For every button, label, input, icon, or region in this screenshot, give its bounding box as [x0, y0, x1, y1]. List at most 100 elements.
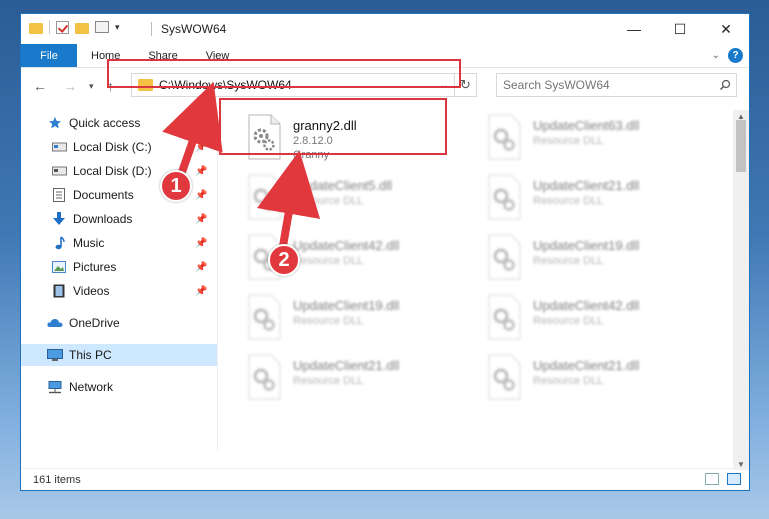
- chevron-down-icon[interactable]: ▾: [115, 22, 120, 33]
- window-controls: — ☐ ✕: [611, 14, 749, 44]
- pin-icon[interactable]: 📌: [195, 238, 209, 249]
- file-name: UpdateClient19.dll: [293, 298, 400, 313]
- item-count: 161 items: [33, 473, 81, 486]
- window-title: SysWOW64: [161, 22, 227, 36]
- title-bar: ▾ SysWOW64 — ☐ ✕: [21, 14, 749, 44]
- close-button[interactable]: ✕: [703, 14, 749, 44]
- pin-icon[interactable]: 📌: [195, 166, 209, 177]
- file-item[interactable]: UpdateClient21.dll Resource DLL: [485, 354, 715, 408]
- file-description: Resource DLL: [533, 195, 604, 207]
- cloud-icon: [47, 316, 63, 330]
- file-description: Resource DLL: [293, 375, 364, 387]
- file-item[interactable]: UpdateClient19.dll Resource DLL: [485, 234, 715, 288]
- search-box[interactable]: [496, 73, 737, 97]
- sidebar-item-label: OneDrive: [69, 316, 120, 330]
- minimize-button[interactable]: —: [611, 14, 657, 44]
- star-icon: [47, 116, 63, 130]
- dll-file-icon: [485, 354, 523, 400]
- network-icon: [47, 380, 63, 394]
- tiles-view-icon[interactable]: [727, 473, 741, 485]
- pc-icon: [47, 348, 63, 362]
- new-folder-icon[interactable]: [75, 22, 89, 34]
- sidebar-item-network[interactable]: Network: [21, 376, 217, 398]
- tab-file[interactable]: File: [21, 44, 77, 67]
- chevron-down-icon[interactable]: ⌄: [712, 50, 720, 61]
- videos-icon: [51, 284, 67, 298]
- folder-icon[interactable]: [29, 22, 43, 34]
- search-input[interactable]: [503, 78, 714, 92]
- maximize-button[interactable]: ☐: [657, 14, 703, 44]
- status-bar: 161 items: [21, 468, 749, 490]
- file-name: UpdateClient21.dll: [293, 358, 400, 373]
- pin-icon[interactable]: 📌: [195, 262, 209, 273]
- sidebar-item-quick-access[interactable]: Quick access: [21, 112, 217, 134]
- dll-file-icon: [485, 174, 523, 220]
- file-item[interactable]: UpdateClient19.dll Resource DLL: [245, 294, 475, 348]
- pin-icon[interactable]: 📌: [195, 214, 209, 225]
- sidebar-item-videos[interactable]: Videos 📌: [21, 280, 217, 302]
- file-name: UpdateClient21.dll: [533, 178, 640, 193]
- sidebar-item-downloads[interactable]: Downloads 📌: [21, 208, 217, 230]
- recent-locations-icon[interactable]: ▾: [89, 81, 94, 92]
- ribbon-right-controls: ⌄ ?: [712, 48, 743, 63]
- file-item[interactable]: UpdateClient42.dll Resource DLL: [485, 294, 715, 348]
- sidebar-item-label: Downloads: [73, 212, 133, 226]
- sidebar-item-label: Pictures: [73, 260, 117, 274]
- sidebar-item-onedrive[interactable]: OneDrive: [21, 312, 217, 334]
- quick-access-toolbar: ▾: [29, 20, 120, 34]
- file-description: Resource DLL: [533, 135, 604, 147]
- details-view-icon[interactable]: [705, 473, 719, 485]
- scrollbar-thumb[interactable]: [736, 120, 746, 172]
- back-arrow-icon[interactable]: ←: [33, 78, 47, 94]
- file-description: Resource DLL: [533, 255, 604, 267]
- file-list: granny2.dll 2.8.12.0 Granny UpdateClient…: [231, 108, 741, 458]
- sidebar-item-this-pc[interactable]: This PC: [21, 344, 217, 366]
- file-description: Resource DLL: [293, 255, 364, 267]
- search-icon[interactable]: [714, 79, 736, 91]
- dll-file-icon: [245, 174, 283, 220]
- file-name: UpdateClient42.dll: [533, 298, 640, 313]
- step-badge-2: 2: [268, 244, 300, 276]
- address-highlight-box: [107, 59, 461, 88]
- forward-arrow-icon[interactable]: →: [63, 78, 77, 94]
- file-name: UpdateClient42.dll: [293, 238, 400, 253]
- file-description: Resource DLL: [533, 315, 604, 327]
- properties-check-icon[interactable]: [56, 20, 69, 34]
- pin-icon[interactable]: 📌: [195, 190, 209, 201]
- file-item[interactable]: UpdateClient63.dll Resource DLL: [485, 114, 715, 168]
- file-name: UpdateClient63.dll: [533, 118, 640, 133]
- navigation-pane: Quick access Local Disk (C:) 📌 Local Dis…: [21, 110, 217, 470]
- music-icon: [51, 236, 67, 250]
- drive-icon: [51, 164, 67, 178]
- divider: [49, 20, 50, 34]
- dll-file-icon: [485, 114, 523, 160]
- sidebar-item-label: Videos: [73, 284, 110, 298]
- pin-icon[interactable]: 📌: [195, 286, 209, 297]
- dll-file-icon: [245, 294, 283, 340]
- sidebar-item-music[interactable]: Music 📌: [21, 232, 217, 254]
- file-item[interactable]: UpdateClient21.dll Resource DLL: [485, 174, 715, 228]
- sidebar-item-label: Local Disk (C:): [73, 140, 152, 154]
- step-badge-1: 1: [160, 170, 192, 202]
- dll-file-icon: [485, 234, 523, 280]
- pictures-icon: [51, 260, 67, 274]
- customize-icon[interactable]: [95, 21, 109, 33]
- divider: [151, 22, 152, 36]
- documents-icon: [51, 188, 67, 202]
- file-name: UpdateClient21.dll: [533, 358, 640, 373]
- file-highlight-box: [219, 98, 447, 155]
- file-item[interactable]: UpdateClient5.dll Resource DLL: [245, 174, 475, 228]
- divider: [217, 110, 218, 450]
- file-description: Resource DLL: [533, 375, 604, 387]
- sidebar-item-local-disk-c[interactable]: Local Disk (C:) 📌: [21, 136, 217, 158]
- dll-file-icon: [245, 354, 283, 400]
- sidebar-item-pictures[interactable]: Pictures 📌: [21, 256, 217, 278]
- help-icon[interactable]: ?: [728, 48, 743, 63]
- vertical-scrollbar[interactable]: ▲ ▼: [733, 110, 749, 470]
- sidebar-item-label: Music: [73, 236, 105, 250]
- pin-icon[interactable]: 📌: [195, 142, 209, 153]
- file-item[interactable]: UpdateClient21.dll Resource DLL: [245, 354, 475, 408]
- download-icon: [51, 212, 67, 226]
- file-name: UpdateClient19.dll: [533, 238, 640, 253]
- file-name: UpdateClient5.dll: [293, 178, 393, 193]
